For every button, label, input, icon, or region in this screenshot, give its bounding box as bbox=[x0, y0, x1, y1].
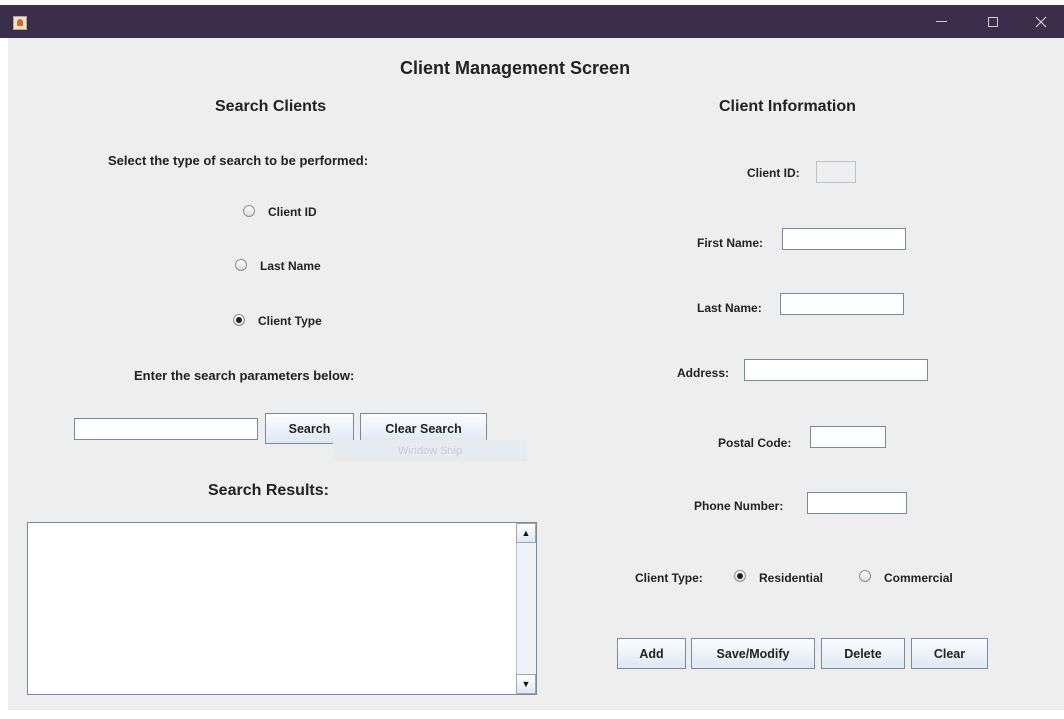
clear-button[interactable]: Clear bbox=[911, 638, 988, 669]
search-clients-heading: Search Clients bbox=[215, 98, 327, 115]
first-name-label: First Name: bbox=[697, 236, 764, 250]
add-button[interactable]: Add bbox=[617, 638, 686, 669]
first-name-field[interactable] bbox=[782, 228, 906, 250]
postal-code-field[interactable] bbox=[810, 426, 886, 448]
last-name-label: Last Name: bbox=[697, 301, 762, 315]
results-scrollbar[interactable] bbox=[516, 523, 536, 694]
maximize-icon[interactable] bbox=[970, 5, 1016, 38]
close-icon[interactable] bbox=[1018, 5, 1064, 38]
search-type-prompt: Select the type of search to be performe… bbox=[108, 153, 369, 168]
radio-search-client-type[interactable] bbox=[233, 314, 245, 326]
radio-label-residential[interactable]: Residential bbox=[759, 571, 823, 585]
address-label: Address: bbox=[677, 366, 730, 380]
scroll-up-icon[interactable]: ▲ bbox=[516, 523, 536, 543]
window-titlebar[interactable] bbox=[0, 5, 1064, 38]
postal-code-label: Postal Code: bbox=[718, 436, 792, 450]
save-modify-button[interactable]: Save/Modify bbox=[691, 638, 815, 669]
delete-button[interactable]: Delete bbox=[821, 638, 905, 669]
radio-label-client-type[interactable]: Client Type bbox=[258, 314, 322, 328]
phone-number-label: Phone Number: bbox=[694, 499, 784, 513]
window-snip-overlay: Window Snip bbox=[333, 440, 527, 461]
radio-commercial[interactable] bbox=[859, 570, 871, 582]
address-field[interactable] bbox=[744, 359, 928, 381]
radio-label-last-name[interactable]: Last Name bbox=[260, 259, 321, 273]
search-params-prompt: Enter the search parameters below: bbox=[134, 368, 355, 383]
search-results-list[interactable] bbox=[27, 522, 537, 695]
scroll-down-icon[interactable]: ▼ bbox=[516, 674, 536, 694]
last-name-field[interactable] bbox=[780, 293, 904, 315]
radio-label-commercial[interactable]: Commercial bbox=[884, 571, 953, 585]
client-id-field bbox=[816, 161, 856, 183]
radio-label-client-id[interactable]: Client ID bbox=[268, 205, 317, 219]
radio-residential[interactable] bbox=[734, 570, 746, 582]
radio-search-last-name[interactable] bbox=[235, 259, 247, 271]
client-id-label: Client ID: bbox=[747, 166, 800, 180]
java-app-icon bbox=[13, 16, 27, 30]
client-type-label: Client Type: bbox=[635, 571, 703, 585]
search-results-heading: Search Results: bbox=[208, 482, 329, 499]
phone-number-field[interactable] bbox=[807, 492, 907, 514]
radio-search-client-id[interactable] bbox=[243, 205, 255, 217]
minimize-icon[interactable] bbox=[918, 5, 964, 38]
page-title: Client Management Screen bbox=[400, 58, 631, 78]
client-information-heading: Client Information bbox=[719, 98, 856, 115]
search-input[interactable] bbox=[74, 418, 258, 440]
